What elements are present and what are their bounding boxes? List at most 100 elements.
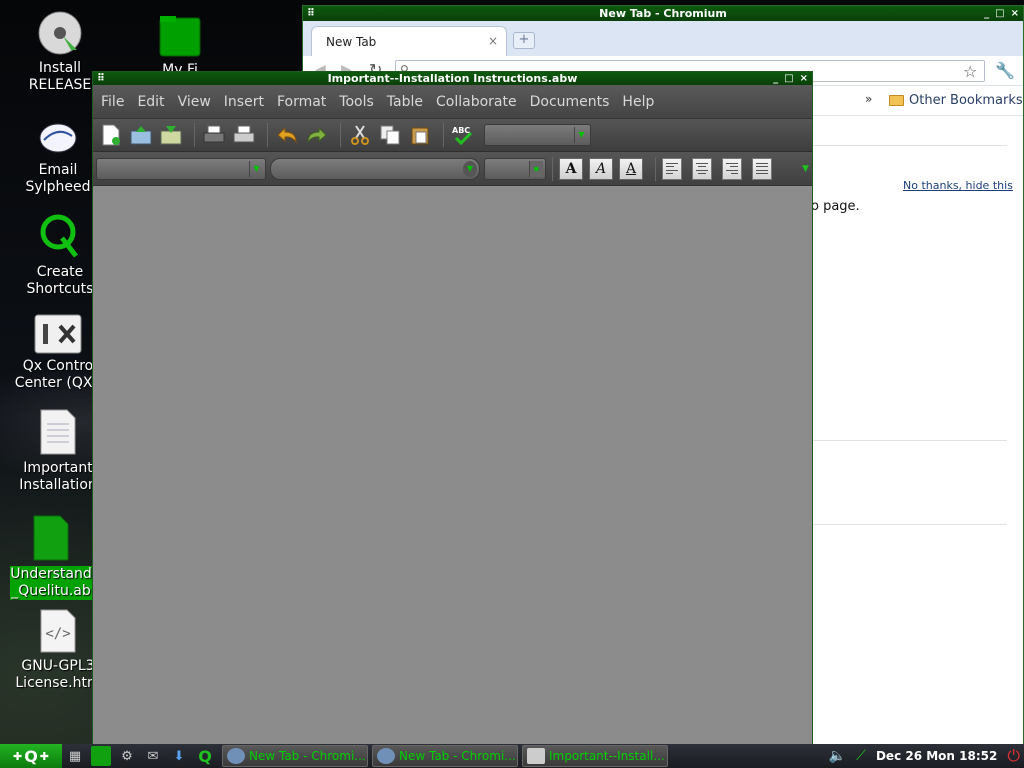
folder-icon [159,16,201,57]
font-size-select[interactable]: ▪ [484,157,546,180]
window-grip-icon: ⠿ [307,8,315,19]
desktop-icon-label: Understand [10,566,92,583]
show-desktop-icon[interactable]: ▦ [65,746,85,766]
standard-toolbar: ABC ▼ [93,119,812,152]
underline-button[interactable]: A [619,157,643,180]
toolbar-overflow-icon[interactable]: ▼ [802,164,809,174]
print-preview-button[interactable] [231,123,257,147]
align-justify-button[interactable] [752,157,772,180]
align-center-button[interactable] [692,157,712,180]
task-button-abiword[interactable]: Important--Install... [522,745,668,767]
undo-icon [277,126,297,144]
open-folder-icon [130,126,152,145]
toolbar-separator [194,123,195,147]
toolbar-separator [340,123,341,147]
redo-button[interactable] [304,123,330,147]
print-button[interactable] [201,123,227,147]
save-icon [160,126,182,145]
bookmark-star-icon[interactable]: ☆ [963,62,977,81]
align-right-button[interactable] [722,157,742,180]
minimize-button[interactable]: _ [984,6,989,21]
abiword-title-bar[interactable]: ⠿ Important--Installation Instructions.a… [93,72,812,85]
other-bookmarks-button[interactable]: Other Bookmarks [889,93,1023,108]
menu-file[interactable]: File [101,94,124,110]
divider [811,440,1007,441]
start-arrow-icon: ✚ [39,749,50,763]
chromium-tab-strip: New Tab × + [303,21,1023,56]
bookmarks-overflow-icon[interactable]: » [865,92,872,106]
task-label: New Tab - Chromi... [399,749,516,763]
menu-table[interactable]: Table [387,94,423,110]
undo-button[interactable] [274,123,300,147]
close-button[interactable]: × [1011,6,1019,21]
document-icon [40,409,76,455]
cut-button[interactable] [347,123,373,147]
open-button[interactable] [128,123,154,147]
tab-close-icon[interactable]: × [488,34,498,48]
abiword-window[interactable]: ⠿ Important--Installation Instructions.a… [92,71,813,748]
menu-tools[interactable]: Tools [339,94,374,110]
html-file-icon: </> [40,609,76,653]
paste-button[interactable] [407,123,433,147]
wrench-icon[interactable]: 🔧 [995,61,1015,80]
desktop-icon-my-files[interactable]: My Fi [132,10,228,79]
menu-documents[interactable]: Documents [530,94,610,110]
new-document-button[interactable] [98,123,124,147]
new-tab-button[interactable]: + [513,32,535,49]
file-manager-icon[interactable] [91,746,111,766]
bold-button[interactable]: A [559,157,583,180]
print-preview-icon [233,125,255,143]
spellcheck-icon: ABC [452,126,473,145]
mail-icon[interactable]: ✉ [143,746,163,766]
format-toolbar: ▼ ▼ ▪ A A A ▼ [93,152,812,186]
chromium-icon [227,748,245,764]
menu-collaborate[interactable]: Collaborate [436,94,517,110]
spellcheck-button[interactable]: ABC [450,123,476,147]
maximize-button[interactable]: □ [995,6,1004,21]
close-button[interactable]: × [800,72,808,85]
taskbar: ✚ Q ✚ ▦ ⚙ ✉ ⬇ Q New Tab - Chromi... New … [0,744,1024,768]
qlauncher-icon [40,214,78,258]
menu-view[interactable]: View [178,94,211,110]
download-icon[interactable]: ⬇ [169,746,189,766]
task-button-chromium-2[interactable]: New Tab - Chromi... [372,745,518,767]
new-document-icon [102,124,120,146]
network-icon[interactable]: ⟋ [856,748,866,764]
folder-icon [889,95,904,106]
font-family-select[interactable]: ▼ [270,157,480,180]
scissors-icon [351,125,369,145]
settings-icon[interactable]: ⚙ [117,746,137,766]
menu-help[interactable]: Help [622,94,654,110]
menu-edit[interactable]: Edit [137,94,164,110]
task-button-chromium-1[interactable]: New Tab - Chromi... [222,745,368,767]
align-left-button[interactable] [662,157,682,180]
toolbar-separator [267,123,268,147]
toolbar-separator [655,156,656,181]
menu-insert[interactable]: Insert [224,94,264,110]
no-thanks-link[interactable]: No thanks, hide this [903,179,1013,192]
maximize-button[interactable]: □ [784,72,793,85]
toolbar-separator [552,156,553,181]
italic-button[interactable]: A [589,157,613,180]
system-tray: 🔈 ⟋ Dec 26 Mon 18:52 ⏻ [829,746,1024,766]
paragraph-style-select[interactable]: ▼ [96,157,266,180]
chevron-down-icon: ▪ [529,160,543,177]
tab-label: New Tab [326,35,377,49]
desktop-icon-understand-quelitu[interactable]: Understand _Quelitu.ab [10,514,92,600]
power-icon[interactable]: ⏻ [1007,746,1020,766]
chromium-title-bar[interactable]: ⠿ New Tab - Chromium _ □ × [303,6,1023,21]
start-menu-button[interactable]: ✚ Q ✚ [0,744,62,768]
copy-button[interactable] [377,123,403,147]
volume-icon[interactable]: 🔈 [829,748,846,764]
copy-icon [380,125,400,145]
document-area[interactable] [93,187,812,747]
clock[interactable]: Dec 26 Mon 18:52 [876,749,997,763]
style-combo[interactable]: ▼ [484,124,591,146]
minimize-button[interactable]: _ [773,72,778,85]
tab-new-tab[interactable]: New Tab × [311,26,507,56]
chromium-window-title: New Tab - Chromium [599,7,727,20]
save-button[interactable] [158,123,184,147]
menu-format[interactable]: Format [277,94,326,110]
email-icon [39,123,77,153]
q-launcher-icon[interactable]: Q [195,746,215,766]
